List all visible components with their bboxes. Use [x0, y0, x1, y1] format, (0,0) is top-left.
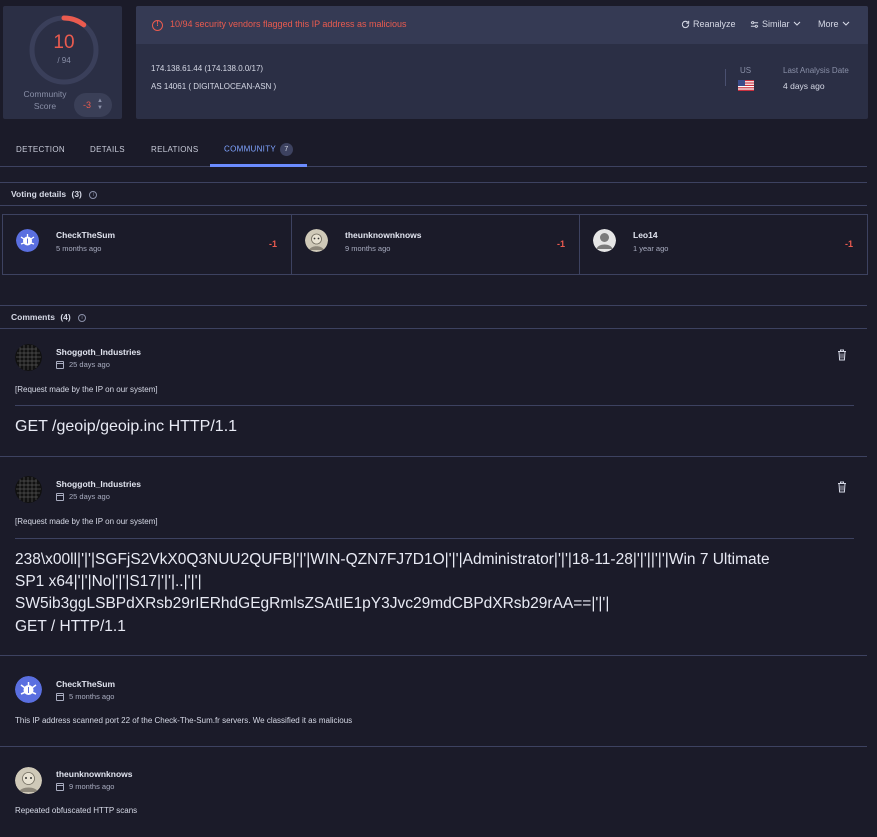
detection-score-panel: 10 / 94 Community Score -3 ▲ ▼ [3, 6, 122, 119]
divider [725, 69, 726, 86]
comment-author[interactable]: Shoggoth_Industries [56, 347, 141, 357]
comment-time-text: 25 days ago [69, 492, 110, 501]
vote-card: theunknownknows 9 months ago -1 [291, 214, 580, 275]
info-icon[interactable]: i [89, 190, 98, 199]
detection-total: / 94 [57, 56, 71, 65]
last-analysis-label: Last Analysis Date [783, 66, 849, 75]
refresh-icon [681, 20, 690, 28]
vote-card: CheckTheSum 5 months ago -1 [2, 214, 292, 275]
more-label: More [818, 19, 839, 29]
trash-icon[interactable] [837, 481, 847, 493]
vote-time: 9 months ago [345, 244, 391, 253]
comment-time: 25 days ago [56, 360, 110, 369]
tab-relations[interactable]: RELATIONS [151, 145, 198, 154]
community-score-label: Community Score [23, 89, 67, 111]
vote-card: Leo14 1 year ago -1 [579, 214, 868, 275]
last-analysis-value: 4 days ago [783, 81, 825, 91]
theunknownknows-avatar [305, 229, 328, 252]
ip-summary-panel: ! 10/94 security vendors flagged this IP… [136, 6, 868, 119]
comment-body-line: 238\x00ll|'|'|SGFjS2VkX0Q3NUU2QUFB|'|'|W… [15, 551, 770, 568]
similar-label: Similar [762, 19, 790, 29]
comment-note: This IP address scanned port 22 of the C… [15, 716, 353, 725]
community-score-value: -3 [83, 100, 92, 110]
tab-community[interactable]: COMMUNITY 7 [224, 143, 294, 156]
comment-time-text: 25 days ago [69, 360, 110, 369]
comments-header: Comments (4) i [0, 305, 867, 329]
comment-time-text: 9 months ago [69, 782, 115, 791]
vote-author[interactable]: CheckTheSum [56, 230, 115, 240]
calendar-icon [56, 782, 64, 791]
vote-value: -1 [268, 239, 277, 249]
shoggoth-avatar [15, 344, 42, 371]
trash-icon[interactable] [837, 349, 847, 361]
chevron-down-icon [842, 21, 849, 26]
comment-body-line: GET /geoip/geoip.inc HTTP/1.1 [15, 418, 238, 435]
theunknownknows-avatar [15, 767, 42, 794]
more-button[interactable]: More [818, 19, 850, 29]
chevron-down-icon [793, 21, 800, 26]
similar-button[interactable]: Similar [750, 19, 801, 29]
tab-bar: DETECTION DETAILS RELATIONS COMMUNITY 7 [0, 136, 867, 167]
default-user-avatar [593, 229, 616, 252]
detection-count: 10 [53, 32, 75, 53]
divider [0, 456, 867, 457]
calendar-icon [56, 492, 64, 501]
vote-author[interactable]: Leo14 [633, 230, 658, 240]
checkthesum-avatar [15, 676, 42, 703]
alert-bar: ! 10/94 security vendors flagged this IP… [136, 6, 868, 44]
vote-time: 1 year ago [633, 244, 669, 253]
alert-icon: ! [152, 20, 163, 31]
tab-community-badge: 7 [280, 143, 294, 156]
reanalyze-label: Reanalyze [693, 19, 736, 29]
voting-details-header: Voting details (3) i [0, 182, 867, 206]
comment-separator [15, 538, 854, 539]
comment-body-line: GET / HTTP/1.1 [15, 618, 126, 635]
vote-time: 5 months ago [56, 244, 102, 253]
comment-body-line: SP1 x64|'|'|No|'|'|S17|'|'|..|'|'| [15, 573, 202, 590]
comments-title: Comments [11, 312, 55, 322]
tab-detection[interactable]: DETECTION [16, 145, 65, 154]
vote-arrows-icon[interactable]: ▲ ▼ [97, 98, 103, 112]
as-number: AS 14061 ( DIGITALOCEAN-ASN ) [151, 82, 277, 91]
community-score-widget[interactable]: -3 ▲ ▼ [74, 93, 112, 117]
divider [0, 746, 867, 747]
us-flag-icon [738, 80, 754, 91]
ip-address: 174.138.61.44 (174.138.0.0/17) [151, 64, 264, 73]
comment-body-line: SW5ib3ggLSBPdXRsb29rIERhdGEgRmlsZSAtIE1p… [15, 595, 610, 612]
comment-time: 9 months ago [56, 782, 114, 791]
checkthesum-avatar [16, 229, 39, 252]
comment-author[interactable]: Shoggoth_Industries [56, 479, 141, 489]
comment-note: [Request made by the IP on our system] [15, 517, 158, 526]
reanalyze-button[interactable]: Reanalyze [681, 19, 736, 29]
comment-time-text: 5 months ago [69, 692, 115, 701]
comment-author[interactable]: CheckTheSum [56, 679, 115, 689]
comment-time: 5 months ago [56, 692, 114, 701]
divider [0, 655, 867, 656]
comment-author[interactable]: theunknownknows [56, 769, 133, 779]
country-code: US [740, 66, 752, 75]
comment-separator [15, 405, 854, 406]
calendar-icon [56, 692, 64, 701]
comment-note: Repeated obfuscated HTTP scans [15, 806, 138, 815]
alert-message: 10/94 security vendors flagged this IP a… [170, 19, 407, 29]
voting-details-title: Voting details [11, 189, 67, 199]
comment-note: [Request made by the IP on our system] [15, 385, 158, 394]
vote-value: -1 [556, 239, 565, 249]
vote-author[interactable]: theunknownknows [345, 230, 422, 240]
vote-value: -1 [844, 239, 853, 249]
shoggoth-avatar [15, 476, 42, 503]
comment-time: 25 days ago [56, 492, 110, 501]
voting-details-count: (3) [71, 189, 82, 199]
tab-community-label: COMMUNITY [224, 144, 277, 154]
similar-icon [750, 20, 759, 28]
comments-count: (4) [60, 312, 71, 322]
info-icon[interactable]: i [78, 313, 87, 322]
tab-details[interactable]: DETAILS [90, 145, 125, 154]
calendar-icon [56, 360, 64, 369]
active-tab-indicator [210, 164, 307, 167]
